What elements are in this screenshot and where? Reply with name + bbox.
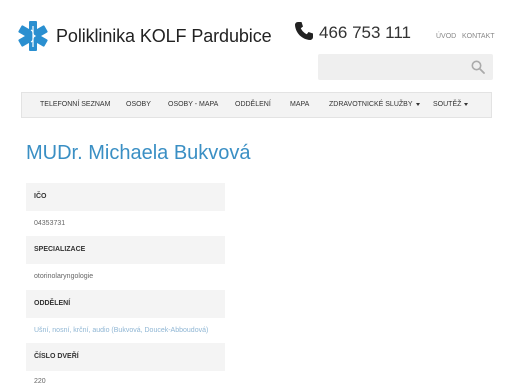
main-navbar: TELEFONNÍ SEZNAM OSOBY OSOBY - MAPA ODDĚ… xyxy=(21,92,492,118)
caret-down-icon xyxy=(464,102,469,106)
field-label-oddeleni: ODDĚLENÍ xyxy=(26,290,225,318)
nav-item-osoby-mapa[interactable]: OSOBY - MAPA xyxy=(168,93,218,117)
field-value-oddeleni-link[interactable]: Ušní, nosní, krční, audio (Bukvová, Douc… xyxy=(34,327,208,334)
phone-icon xyxy=(295,22,313,40)
nav-item-telefonni-seznam[interactable]: TELEFONNÍ SEZNAM xyxy=(40,93,110,117)
field-label-cislo-dveri: ČÍSLO DVEŘÍ xyxy=(26,343,225,371)
site-title[interactable]: Poliklinika KOLF Pardubice xyxy=(56,26,272,47)
nav-link-kontakt[interactable]: KONTAKT xyxy=(462,33,495,40)
phone-number[interactable]: 466 753 111 xyxy=(319,23,411,43)
search-icon[interactable] xyxy=(471,60,485,74)
nav-item-soutez[interactable]: SOUTĚŽ xyxy=(433,93,469,117)
nav-item-mapa[interactable]: MAPA xyxy=(290,93,309,117)
nav-item-label: ZDRAVOTNICKÉ SLUŽBY xyxy=(329,101,413,108)
field-label-ico: IČO xyxy=(26,183,225,211)
nav-link-uvod[interactable]: ÚVOD xyxy=(436,33,456,40)
field-value-ico: 04353731 xyxy=(34,220,66,227)
nav-item-oddeleni[interactable]: ODDĚLENÍ xyxy=(235,93,271,117)
field-value-specializace: otorinolaryngologie xyxy=(34,273,94,280)
nav-item-osoby[interactable]: OSOBY xyxy=(126,93,151,117)
nav-item-label: SOUTĚŽ xyxy=(433,101,462,108)
field-value-cislo-dveri: 220 xyxy=(34,378,46,384)
nav-item-zdravotnicke-sluzby[interactable]: ZDRAVOTNICKÉ SLUŽBY xyxy=(329,93,420,117)
page-title: MUDr. Michaela Bukvová xyxy=(26,142,251,164)
caret-down-icon xyxy=(415,102,420,106)
search-input[interactable] xyxy=(318,54,493,80)
star-of-life-icon[interactable] xyxy=(18,21,48,51)
field-label-specializace: SPECIALIZACE xyxy=(26,236,225,264)
